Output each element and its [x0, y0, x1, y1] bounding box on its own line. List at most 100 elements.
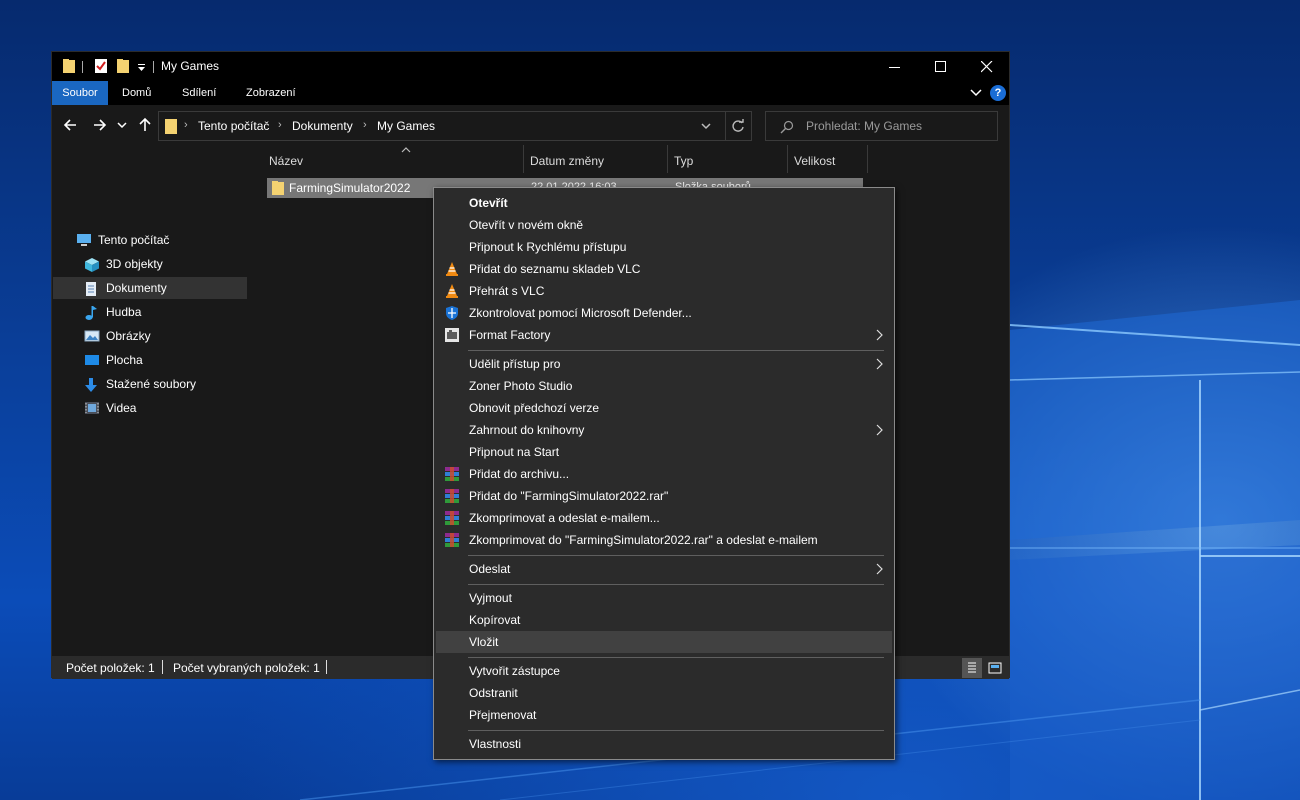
menu-item-create-shortcut[interactable]: Vytvořit zástupce: [436, 660, 892, 682]
sidebar-item-videos[interactable]: Videa: [53, 397, 247, 419]
menu-separator: [468, 730, 884, 731]
close-button[interactable]: [964, 52, 1010, 81]
refresh-icon[interactable]: [731, 119, 745, 136]
column-header-date[interactable]: Datum změny: [524, 145, 668, 173]
menu-item-add-vlc-playlist[interactable]: Přidat do seznamu skladeb VLC: [436, 258, 892, 280]
column-header-name[interactable]: Název: [263, 145, 524, 173]
sidebar-item-music[interactable]: Hudba: [53, 301, 247, 323]
breadcrumb-documents[interactable]: Dokumenty: [292, 119, 353, 133]
sidebar-item-desktop[interactable]: Plocha: [53, 349, 247, 371]
menu-item-label: Odeslat: [469, 562, 511, 576]
menu-item-label: Přidat do archivu...: [469, 467, 570, 481]
format-factory-icon: [444, 327, 460, 343]
desktop-icon: [84, 353, 100, 367]
menu-separator: [468, 350, 884, 351]
submenu-chevron-icon: [876, 358, 884, 373]
menu-item-paste[interactable]: Vložit: [436, 631, 892, 653]
menu-item-cut[interactable]: Vyjmout: [436, 587, 892, 609]
properties-checklist-icon[interactable]: [94, 58, 108, 77]
column-label: Datum změny: [530, 154, 605, 168]
file-name: FarmingSimulator2022: [289, 181, 411, 195]
window-title: My Games: [161, 59, 220, 73]
menu-item-pin-quick-access[interactable]: Připnout k Rychlému přístupu: [436, 236, 892, 258]
sort-ascending-icon: [401, 143, 411, 157]
menu-item-zoner-photo-studio[interactable]: Zoner Photo Studio: [436, 375, 892, 397]
maximize-button[interactable]: [918, 52, 964, 81]
winrar-icon: [444, 510, 460, 526]
menu-item-add-rar[interactable]: Přidat do "FarmingSimulator2022.rar": [436, 485, 892, 507]
menu-item-rename[interactable]: Přejmenovat: [436, 704, 892, 726]
column-label: Typ: [674, 154, 694, 168]
tab-view[interactable]: Zobrazení: [236, 81, 306, 105]
tab-home[interactable]: Domů: [112, 81, 161, 105]
back-button[interactable]: [62, 115, 82, 135]
arrow-left-icon: [63, 119, 76, 131]
menu-item-add-archive[interactable]: Přidat do archivu...: [436, 463, 892, 485]
sidebar-item-label: Videa: [106, 401, 137, 415]
menu-item-defender-scan[interactable]: Zkontrolovat pomocí Microsoft Defender..…: [436, 302, 892, 324]
sidebar-item-this-pc[interactable]: Tento počítač: [53, 229, 247, 251]
minimize-icon: [889, 67, 900, 68]
menu-item-label: Vlastnosti: [469, 737, 522, 751]
menu-item-open-new-window[interactable]: Otevřít v novém okně: [436, 214, 892, 236]
breadcrumb-chevron-icon: ›: [363, 119, 367, 131]
help-button[interactable]: ?: [990, 85, 1006, 101]
defender-shield-icon: [444, 305, 460, 321]
menu-item-label: Vložit: [469, 635, 499, 649]
large-icons-view-button[interactable]: [985, 658, 1005, 678]
separator-bar-icon: [152, 61, 156, 76]
expand-ribbon-chevron-icon[interactable]: [970, 87, 982, 101]
search-box[interactable]: [765, 111, 998, 141]
tab-share[interactable]: Sdílení: [172, 81, 226, 105]
menu-item-format-factory[interactable]: Format Factory: [436, 324, 892, 346]
menu-item-pin-start[interactable]: Připnout na Start: [436, 441, 892, 463]
menu-item-restore-versions[interactable]: Obnovit předchozí verze: [436, 397, 892, 419]
menu-item-include-library[interactable]: Zahrnout do knihovny: [436, 419, 892, 441]
menu-item-send-to[interactable]: Odeslat: [436, 558, 892, 580]
winrar-icon: [444, 488, 460, 504]
menu-item-compress-email[interactable]: Zkomprimovat a odeslat e-mailem...: [436, 507, 892, 529]
breadcrumb-this-pc[interactable]: Tento počítač: [198, 119, 269, 133]
sidebar-item-documents[interactable]: Dokumenty: [53, 277, 247, 299]
search-input[interactable]: [806, 119, 986, 133]
forward-button[interactable]: [90, 115, 110, 135]
tab-file[interactable]: Soubor: [52, 81, 108, 105]
menu-item-delete[interactable]: Odstranit: [436, 682, 892, 704]
sidebar-item-3d-objects[interactable]: 3D objekty: [53, 253, 247, 275]
sidebar-item-downloads[interactable]: Stažené soubory: [53, 373, 247, 395]
selected-count: Počet vybraných položek: 1: [173, 661, 320, 675]
customize-toolbar-dropdown-icon[interactable]: [137, 62, 146, 76]
menu-item-play-vlc[interactable]: Přehrát s VLC: [436, 280, 892, 302]
menu-item-give-access[interactable]: Udělit přístup pro: [436, 353, 892, 375]
up-button[interactable]: [135, 115, 155, 135]
breadcrumb-my-games[interactable]: My Games: [377, 119, 435, 133]
menu-item-properties[interactable]: Vlastnosti: [436, 733, 892, 755]
menu-item-compress-rar-email[interactable]: Zkomprimovat do "FarmingSimulator2022.ra…: [436, 529, 892, 551]
navigation-pane: Tento počítač 3D objekty Dokumenty Hudba…: [52, 145, 249, 656]
navigation-bar: › Tento počítač › Dokumenty › My Games: [52, 105, 1009, 145]
menu-item-label: Přidat do seznamu skladeb VLC: [469, 262, 641, 276]
menu-item-open[interactable]: Otevřít: [436, 192, 892, 214]
details-view-button[interactable]: [962, 658, 982, 678]
vlc-cone-icon: [444, 261, 460, 277]
menu-item-label: Kopírovat: [469, 613, 521, 627]
column-header-size[interactable]: Velikost: [788, 145, 868, 173]
menu-separator: [468, 584, 884, 585]
address-bar[interactable]: › Tento počítač › Dokumenty › My Games: [158, 111, 752, 141]
winrar-icon: [444, 532, 460, 548]
maximize-icon: [935, 61, 946, 72]
menu-item-label: Format Factory: [469, 328, 551, 342]
arrow-right-icon: [94, 119, 107, 131]
sidebar-item-pictures[interactable]: Obrázky: [53, 325, 247, 347]
new-folder-icon[interactable]: [116, 58, 130, 77]
menu-separator: [468, 657, 884, 658]
menu-item-copy[interactable]: Kopírovat: [436, 609, 892, 631]
address-history-chevron-icon[interactable]: [700, 120, 712, 135]
arrow-up-icon: [139, 117, 151, 131]
sidebar-item-label: Obrázky: [106, 329, 151, 343]
minimize-button[interactable]: [872, 52, 918, 81]
column-header-type[interactable]: Typ: [668, 145, 788, 173]
recent-locations-button[interactable]: [116, 115, 128, 135]
menu-item-label: Připnout k Rychlému přístupu: [469, 240, 627, 254]
column-label: Název: [269, 154, 304, 168]
